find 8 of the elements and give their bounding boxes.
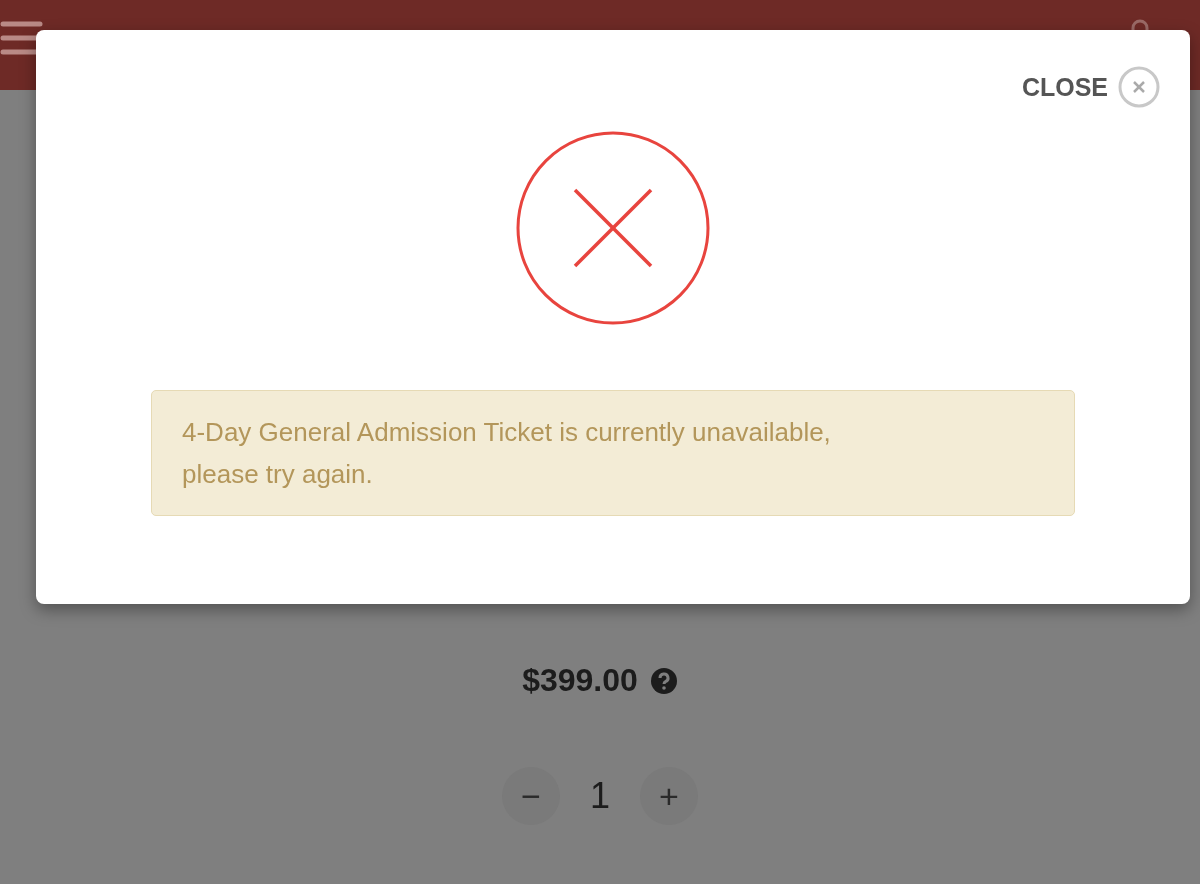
price: $399.00 [522,662,638,699]
help-icon[interactable] [649,666,678,695]
close-button[interactable]: CLOSE [1021,66,1160,108]
increase-button[interactable]: + [640,767,698,825]
alert-message: 4-Day General Admission Ticket is currently unavailable, please try again. [182,416,832,491]
quantity-value: 1 [590,775,610,817]
decrease-button[interactable]: − [502,767,560,825]
error-icon [515,130,711,326]
